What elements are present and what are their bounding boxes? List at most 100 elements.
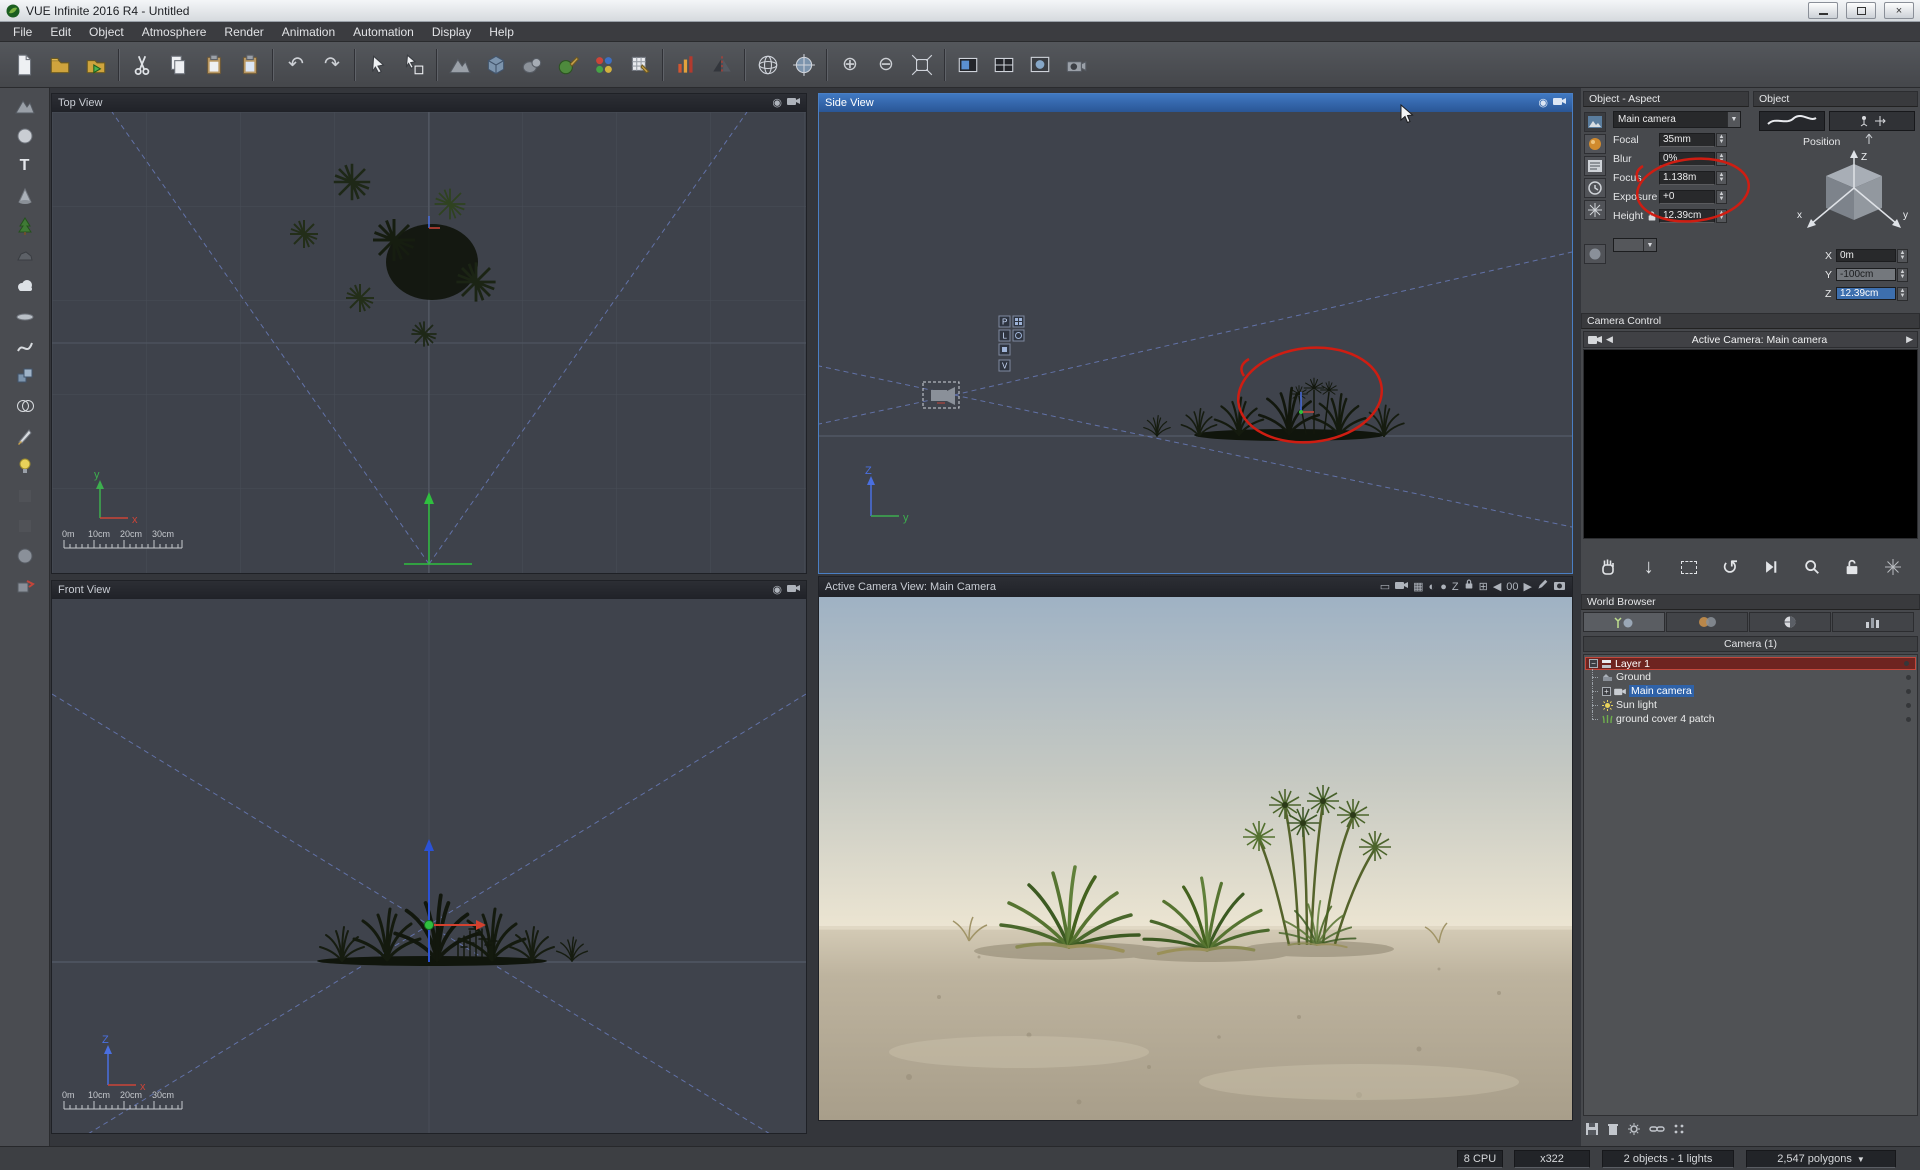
handle-box-icon[interactable] [999,344,1010,355]
pan-hand-icon[interactable] [1593,552,1623,582]
zbuffer-icon[interactable]: Z [1452,578,1459,596]
copy-button[interactable] [160,45,196,85]
frame-prev-icon[interactable]: ◀ [1493,578,1501,596]
population-button[interactable] [586,45,622,85]
visibility-dot-icon[interactable] [1906,703,1911,708]
maximize-button[interactable] [1846,2,1876,19]
polygons-status[interactable]: 2,547 polygons ▼ [1746,1150,1896,1168]
viewport-side-titlebar[interactable]: Side View ◉ [819,94,1572,112]
position-gizmo[interactable]: Z x y [1793,148,1915,244]
cut-button[interactable] [124,45,160,85]
wb-display-icon[interactable] [1673,1123,1685,1135]
visibility-dot-icon[interactable] [1906,689,1911,694]
material-tab-icon[interactable] [1584,134,1606,154]
snapshot-icon[interactable] [1553,578,1566,596]
single-view-button[interactable] [950,45,986,85]
viewport-options-icon[interactable]: ◉ [772,581,782,599]
menu-render[interactable]: Render [215,22,272,42]
orbit-icon[interactable]: ↺ [1715,552,1745,582]
terrain-primitive-button[interactable] [5,91,45,121]
viewport-camera-icon[interactable] [787,94,800,112]
viewport-camera-icon[interactable] [787,581,800,599]
undo-button[interactable]: ↶ [278,45,314,85]
light-tool-button[interactable] [5,451,45,481]
expand-icon[interactable]: + [1602,687,1611,696]
new-file-button[interactable] [6,45,42,85]
aspect-tab-icon[interactable] [1584,112,1606,132]
height-field[interactable]: 12.39cm [1659,209,1715,223]
open-file-button[interactable] [42,45,78,85]
close-button[interactable]: × [1884,2,1914,19]
plane-primitive-button[interactable] [5,301,45,331]
numerics-tab-icon[interactable] [1584,156,1606,176]
planet-primitive-button[interactable] [5,541,45,571]
rock-primitive-button[interactable] [5,241,45,271]
primitive-cube-button[interactable] [478,45,514,85]
camera-preview[interactable] [1583,349,1918,539]
lens-flare-icon[interactable] [1878,552,1908,582]
render-dot-icon[interactable]: ● [1440,578,1447,596]
menu-help[interactable]: Help [480,22,523,42]
lock-camera-icon[interactable] [1837,552,1867,582]
handle-v-icon[interactable]: V [1002,362,1008,371]
camera-settings-icon[interactable] [1395,578,1408,596]
exposure-field[interactable]: +0 [1659,190,1715,204]
effects-tab-icon[interactable] [1584,200,1606,220]
tree-row-ground[interactable]: Ground [1584,670,1917,684]
tree-row-ground-cover[interactable]: ground cover 4 patch [1584,712,1917,726]
display-options-icon[interactable]: ▭ [1380,578,1390,596]
drop-to-ground-icon[interactable]: ↓ [1634,552,1664,582]
vegetation-button[interactable] [5,211,45,241]
aspect-preview[interactable] [1759,111,1825,131]
shading-mode-icon[interactable]: ▦ [1413,578,1423,596]
zoom-out-button[interactable]: ⊖ [868,45,904,85]
viewport-top-titlebar[interactable]: Top View ◉ [52,94,806,112]
side-view-canvas[interactable]: P L V [819,112,1572,573]
curve-tool-button[interactable] [5,331,45,361]
viewport-camera-titlebar[interactable]: Active Camera View: Main Camera ▭ ▦ ◐ ● … [819,577,1572,597]
menu-display[interactable]: Display [423,22,480,42]
menu-edit[interactable]: Edit [41,22,80,42]
select-by-name-button[interactable] [396,45,432,85]
planet-button[interactable] [786,45,822,85]
object-select-dropdown[interactable]: Main camera ▼ [1613,111,1741,128]
render-camera-button[interactable] [1058,45,1094,85]
group-objects-button[interactable] [5,361,45,391]
blur-stepper[interactable]: ▲▼ [1716,152,1727,166]
next-camera-icon[interactable]: ▶ [1906,334,1913,345]
handle-target-icon[interactable] [1013,330,1024,341]
wb-delete-icon[interactable] [1607,1122,1619,1136]
y-position-field[interactable]: -100cm [1836,268,1896,281]
paste-special-button[interactable] [232,45,268,85]
render-preview-icon[interactable] [1797,552,1827,582]
quad-view-button[interactable] [986,45,1022,85]
boolean-tool-button[interactable] [5,391,45,421]
front-view-canvas[interactable]: Z x 0m 10cm 20cm 30cm [52,599,806,1133]
handle-grid-icon[interactable] [1013,316,1024,327]
render-options-button[interactable] [668,45,704,85]
play-icon[interactable] [1756,552,1786,582]
tree-row-sun-light[interactable]: Sun light [1584,698,1917,712]
viewport-options-icon[interactable]: ◉ [1538,94,1548,112]
mirror-button[interactable] [704,45,740,85]
animation-tab-icon[interactable] [1584,178,1606,198]
zoom-in-button[interactable]: ⊕ [832,45,868,85]
grid-overlay-icon[interactable]: ⊞ [1479,578,1488,596]
tab-textures[interactable] [1749,612,1831,632]
cone-primitive-button[interactable] [5,181,45,211]
terrain-editor-button[interactable] [442,45,478,85]
render-display-button[interactable] [1022,45,1058,85]
import-object-button[interactable] [78,45,114,85]
paste-button[interactable] [196,45,232,85]
collapse-icon[interactable]: − [1589,659,1598,668]
visibility-dot-icon[interactable] [1906,675,1911,680]
x-stepper[interactable]: ▲▼ [1897,249,1908,263]
viewport-options-icon[interactable]: ◉ [772,94,782,112]
handle-l-icon[interactable]: L [1003,332,1008,341]
object-info-icon[interactable] [1584,244,1606,264]
z-stepper[interactable]: ▲▼ [1897,287,1908,301]
sphere-primitive-button[interactable] [5,121,45,151]
redo-button[interactable]: ↷ [314,45,350,85]
frame-next-icon[interactable]: ▶ [1524,578,1532,596]
menu-automation[interactable]: Automation [344,22,423,42]
